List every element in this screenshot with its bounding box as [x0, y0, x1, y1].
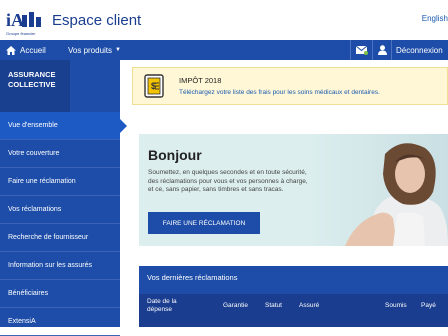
column-header-insured: Assuré: [299, 302, 320, 309]
sidebar: ASSURANCE COLLECTIVE Vue d'ensemble Votr…: [0, 60, 127, 336]
sidebar-item-label: Vos réclamations: [8, 206, 62, 213]
sidebar-item-label: Votre couverture: [8, 150, 60, 157]
woman-photo: [307, 134, 448, 246]
hero-text: Soumettez, en quelques secondes et en to…: [148, 169, 308, 194]
user-icon: [377, 45, 387, 55]
sidebar-heading: ASSURANCE COLLECTIVE: [0, 60, 70, 112]
top-bar: iA Groupe financier Espace client Englis…: [0, 0, 448, 40]
main-nav: Accueil Vos produits ▼ Déconnexion: [0, 40, 448, 60]
sidebar-item-make-claim[interactable]: Faire une réclamation: [0, 168, 120, 196]
column-header-date: Date de la dépense: [147, 298, 177, 313]
sidebar-item-label: ExtensiA: [8, 318, 36, 325]
banner-download-link[interactable]: Téléchargez votre liste des frais pour l…: [179, 89, 380, 96]
recent-claims-panel: Vos dernières réclamations Date de la dé…: [139, 266, 448, 327]
sidebar-item-claims[interactable]: Vos réclamations: [0, 196, 120, 224]
document-dollar-icon: $: [144, 74, 164, 98]
sidebar-item-overview[interactable]: Vue d'ensemble: [0, 112, 127, 140]
ia-logo[interactable]: iA Groupe financier: [6, 10, 46, 36]
sidebar-item-label: Information sur les assurés: [8, 262, 93, 269]
mail-icon: [355, 45, 368, 55]
banner-title: IMPÔT 2018: [179, 76, 222, 85]
language-link[interactable]: English: [422, 14, 448, 23]
sidebar-item-provider-search[interactable]: Recherche de fournisseur: [0, 224, 120, 252]
nav-home[interactable]: Accueil: [6, 40, 46, 60]
welcome-hero: Bonjour Soumettez, en quelques secondes …: [139, 134, 448, 246]
column-header-submitted: Soumis: [385, 302, 407, 309]
logo-subtext: Groupe financier: [6, 31, 36, 36]
nav-products-dropdown[interactable]: Vos produits ▼: [68, 40, 121, 60]
profile-button[interactable]: [372, 40, 392, 60]
make-claim-button[interactable]: FAIRE UNE RÉCLAMATION: [148, 212, 260, 234]
chevron-down-icon: ▼: [115, 47, 121, 53]
nav-products-label: Vos produits: [68, 45, 113, 55]
sidebar-item-label: Faire une réclamation: [8, 178, 76, 185]
sidebar-item-label: Vue d'ensemble: [8, 122, 58, 129]
nav-home-label: Accueil: [20, 45, 46, 55]
column-header-status: Statut: [265, 302, 282, 309]
home-icon: [6, 45, 16, 55]
hero-title: Bonjour: [148, 147, 202, 163]
logout-link[interactable]: Déconnexion: [396, 40, 443, 60]
column-header-paid: Payé: [421, 302, 436, 309]
claims-title: Vos dernières réclamations: [147, 273, 238, 282]
column-header-coverage: Garantie: [223, 302, 248, 309]
sidebar-item-beneficiaries[interactable]: Bénéficiaires: [0, 280, 120, 308]
claims-table-header: Date de la dépense Garantie Statut Assur…: [139, 294, 448, 327]
sidebar-item-label: Bénéficiaires: [8, 290, 49, 297]
sidebar-item-extensia[interactable]: ExtensiA: [0, 308, 120, 336]
messages-button[interactable]: [350, 40, 372, 60]
tax-banner: $ IMPÔT 2018 Téléchargez votre liste des…: [132, 67, 448, 105]
sidebar-item-coverage[interactable]: Votre couverture: [0, 140, 120, 168]
sidebar-item-insured-info[interactable]: Information sur les assurés: [0, 252, 120, 280]
logo-figures-icon: [22, 12, 41, 27]
sidebar-item-label: Recherche de fournisseur: [8, 234, 89, 241]
app-title: Espace client: [52, 12, 142, 29]
